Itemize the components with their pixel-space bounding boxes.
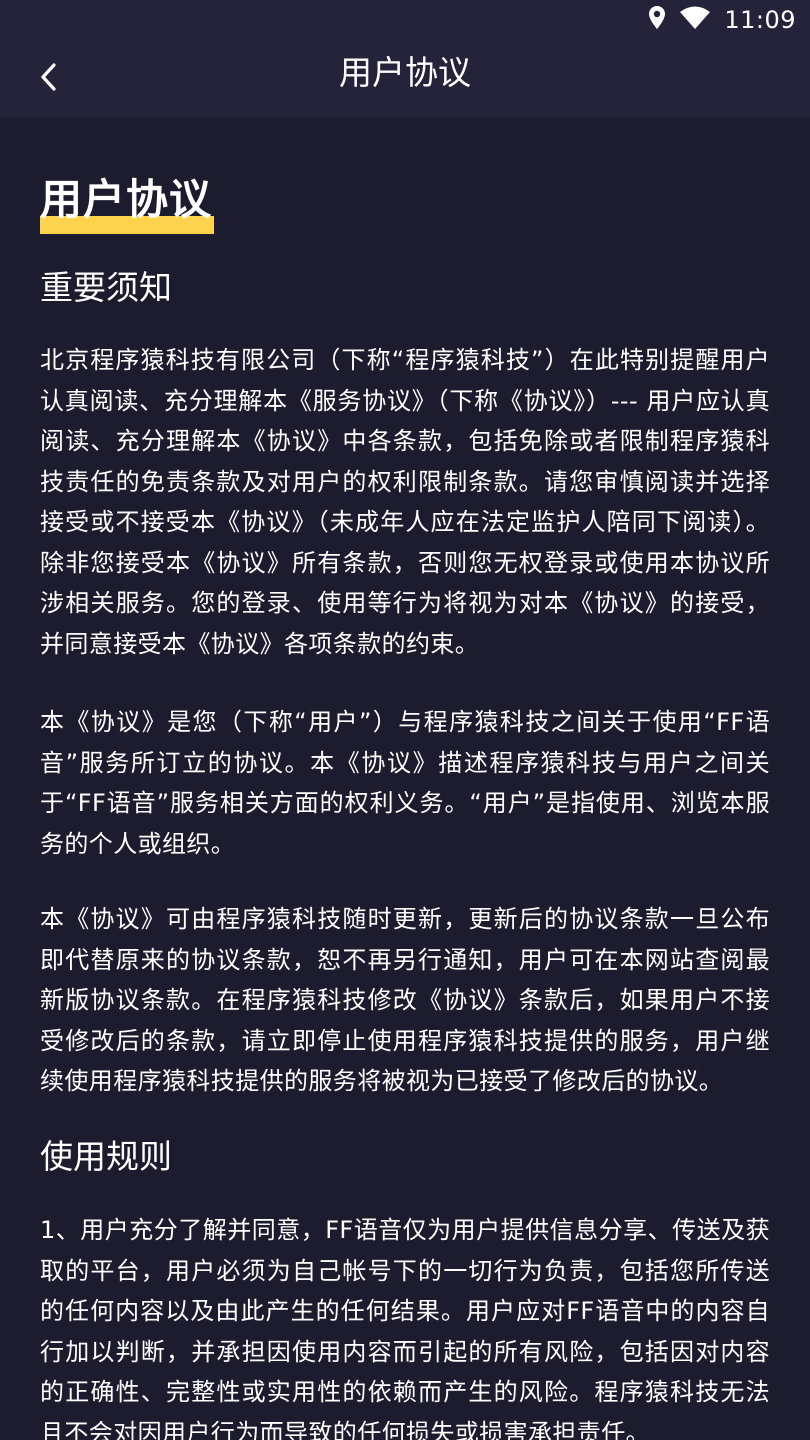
document-title: 用户协议: [40, 175, 215, 234]
document-title-text: 用户协议: [40, 175, 213, 224]
status-bar: 11:09: [0, 0, 810, 40]
location-icon: [648, 5, 666, 35]
agreement-content[interactable]: 用户协议 重要须知 北京程序猿科技有限公司（下称“程序猿科技”）在此特别提醒用户…: [0, 118, 810, 1440]
section-heading-rules: 使用规则: [40, 1137, 172, 1176]
status-icons: 11:09: [648, 0, 796, 40]
nav-bar: 用户协议: [0, 40, 810, 118]
nav-title: 用户协议: [339, 53, 471, 92]
paragraph-updates: 本《协议》可由程序猿科技随时更新，更新后的协议条款一旦公布即代替原来的协议条款，…: [40, 905, 770, 1095]
wifi-icon: [680, 6, 711, 34]
paragraph-definition: 本《协议》是您（下称“用户”）与程序猿科技之间关于使用“FF语音”服务所订立的协…: [40, 708, 770, 858]
paragraph-rule-1: 1、用户充分了解并同意，FF语音仅为用户提供信息分享、传送及获取的平台，用户必须…: [40, 1216, 770, 1440]
paragraph-notice: 北京程序猿科技有限公司（下称“程序猿科技”）在此特别提醒用户认真阅读、充分理解本…: [40, 346, 770, 658]
status-time: 11:09: [724, 6, 796, 34]
section-heading-notice: 重要须知: [40, 268, 172, 307]
